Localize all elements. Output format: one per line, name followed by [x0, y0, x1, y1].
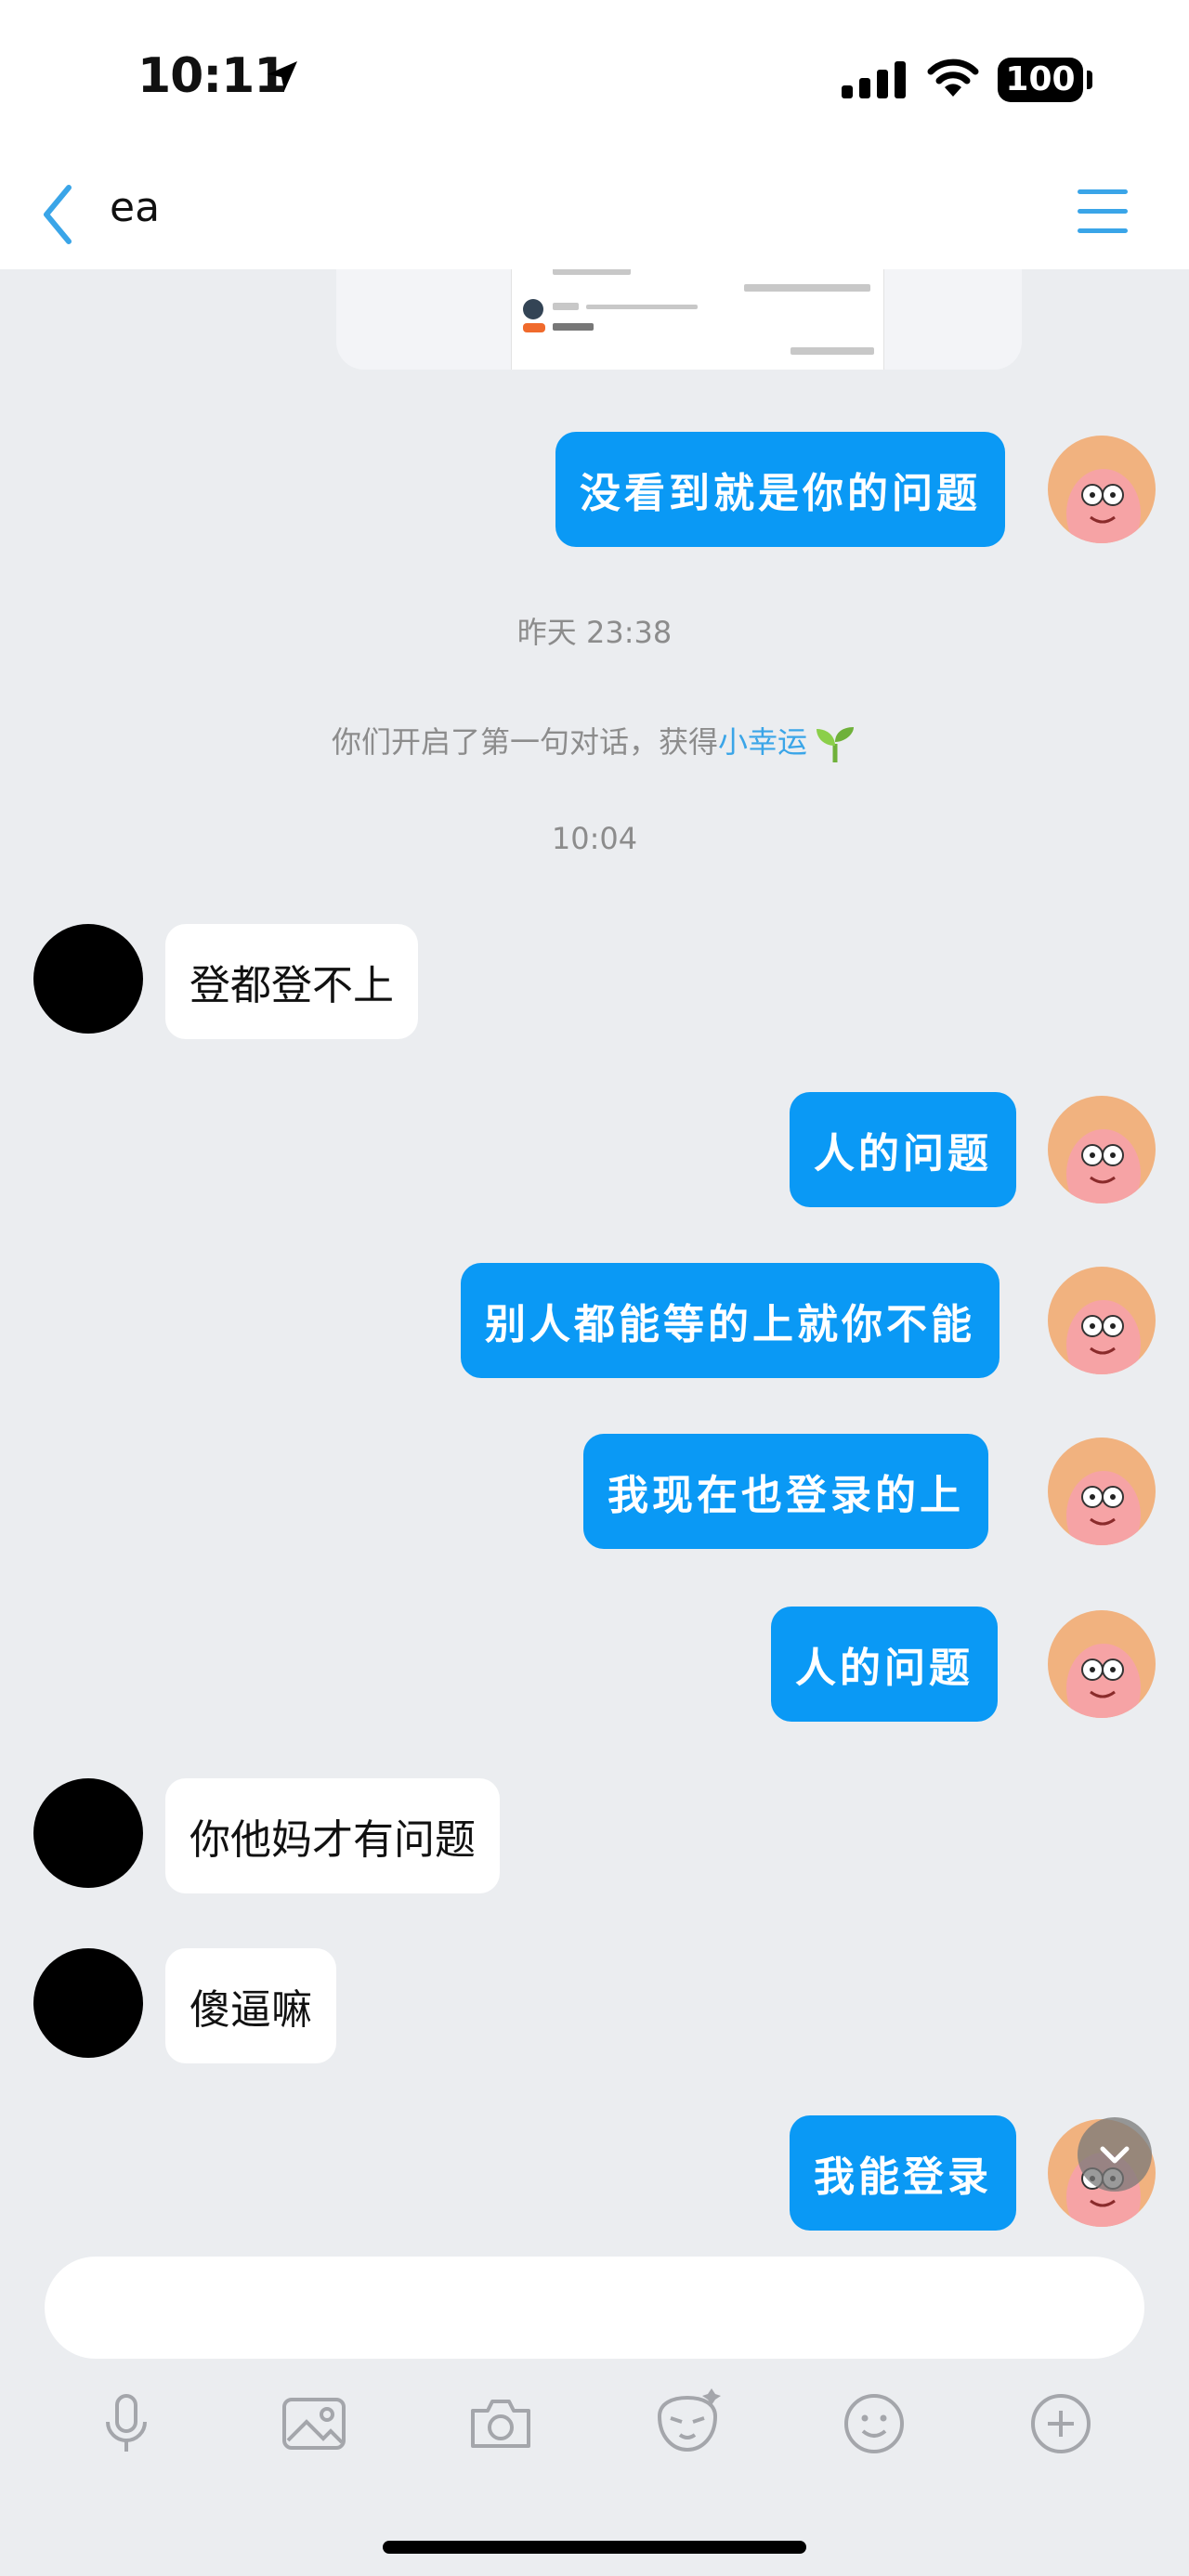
mic-icon[interactable]	[87, 2385, 165, 2463]
system-message: 你们开启了第一句对话，获得小幸运	[0, 719, 1189, 762]
message-bubble-outgoing[interactable]: 别人都能等的上就你不能	[461, 1263, 1000, 1378]
home-indicator	[383, 2541, 806, 2554]
message-bubble-incoming[interactable]: 你他妈才有问题	[165, 1778, 500, 1893]
message-bubble-outgoing[interactable]: 人的问题	[771, 1607, 998, 1722]
timestamp-today: 10:04	[551, 821, 638, 856]
menu-icon[interactable]	[1076, 186, 1130, 238]
message-bubble-outgoing[interactable]: 人的问题	[790, 1092, 1016, 1207]
user-avatar[interactable]	[1048, 1096, 1156, 1203]
timestamp-yesterday: 昨天 23:38	[516, 615, 673, 650]
image-icon[interactable]	[275, 2385, 353, 2463]
emoji-icon[interactable]	[835, 2385, 913, 2463]
system-message-text: 你们开启了第一句对话，获得	[331, 724, 718, 760]
sticker-icon[interactable]	[648, 2385, 726, 2463]
lucky-link[interactable]: 小幸运	[718, 724, 807, 760]
battery-cap	[1087, 71, 1092, 89]
message-bubble-outgoing[interactable]: 我能登录	[790, 2115, 1016, 2231]
back-chevron-icon[interactable]	[37, 182, 78, 247]
message-bubble-incoming[interactable]: 傻逼嘛	[165, 1948, 336, 2063]
user-avatar[interactable]	[1048, 1610, 1156, 1718]
user-avatar[interactable]	[1048, 1438, 1156, 1545]
nav-bar: ea	[0, 158, 1189, 269]
user-avatar[interactable]	[1048, 1267, 1156, 1374]
sprout-icon	[817, 727, 855, 762]
contact-avatar[interactable]	[33, 1948, 143, 2058]
shared-screenshot-card[interactable]	[336, 269, 1022, 370]
shared-screenshot-thumbnail[interactable]	[511, 269, 884, 370]
contact-avatar[interactable]	[33, 924, 143, 1034]
user-avatar[interactable]	[1048, 436, 1156, 543]
status-bar: 10:11 100	[0, 0, 1189, 158]
card-user-avatar	[523, 299, 543, 319]
contact-avatar[interactable]	[33, 1778, 143, 1888]
conversation-title: ea	[110, 184, 161, 231]
plus-icon[interactable]	[1022, 2385, 1100, 2463]
input-area	[0, 2257, 1189, 2576]
battery-indicator: 100	[998, 58, 1083, 102]
chat-message-list[interactable]: 没看到就是你的问题 昨天 23:38 你们开启了第一句对话，获得小幸运 10:0…	[0, 269, 1189, 2257]
wifi-icon	[927, 59, 979, 97]
message-bubble-outgoing[interactable]: 没看到就是你的问题	[555, 432, 1005, 547]
camera-icon[interactable]	[462, 2385, 540, 2463]
message-bubble-incoming[interactable]: 登都登不上	[165, 924, 418, 1039]
cellular-signal-icon	[842, 61, 906, 98]
chevron-down-icon	[1100, 2146, 1130, 2164]
card-badge	[523, 323, 545, 332]
location-arrow-icon	[268, 61, 297, 91]
message-bubble-outgoing[interactable]: 我现在也登录的上	[583, 1434, 988, 1549]
message-input[interactable]	[45, 2257, 1144, 2359]
scroll-to-bottom-button[interactable]	[1078, 2117, 1152, 2192]
